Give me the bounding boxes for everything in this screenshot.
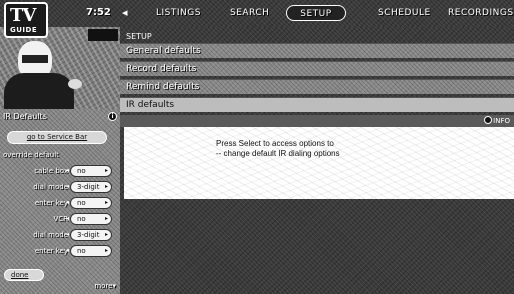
more-button[interactable]: more▾ (94, 282, 116, 290)
empty-area (120, 203, 514, 294)
live-video-thumbnail[interactable] (0, 27, 120, 109)
nav-left-arrow-icon[interactable]: ◂ (122, 6, 128, 19)
override-default-label: override default (3, 151, 59, 159)
left-arrow-icon: ◂ (66, 247, 70, 254)
panel-title: IR Defaults (3, 112, 47, 121)
cable-box-value: no (77, 167, 86, 175)
right-arrow-icon: ▸ (104, 199, 108, 206)
tab-setup[interactable]: SETUP (286, 5, 346, 21)
enter-key-select[interactable]: ◂ no ▸ (66, 197, 112, 209)
right-arrow-icon: ▸ (104, 215, 108, 222)
facemask-shape (22, 55, 48, 63)
left-arrow-icon: ◂ (66, 215, 70, 222)
left-arrow-icon: ◂ (66, 199, 70, 206)
go-to-service-bar-button[interactable]: go to Service Bar (7, 131, 107, 144)
cable-box-select[interactable]: ◂ no ▸ (66, 165, 112, 177)
tab-schedule[interactable]: SCHEDULE (378, 8, 431, 18)
vcr-value: no (77, 215, 86, 223)
left-arrow-icon: ◂ (66, 231, 70, 238)
tv-guide-logo: TV GUIDE (4, 2, 48, 38)
logo-line-2: GUIDE (10, 26, 38, 34)
right-arrow-icon: ▸ (104, 183, 108, 190)
vcr-select[interactable]: ◂ no ▸ (66, 213, 112, 225)
tab-recordings[interactable]: RECORDINGS (448, 8, 514, 18)
vcr-enter-key-value: no (77, 247, 86, 255)
vcr-enter-key-label: enter key (34, 247, 68, 255)
dial-mode-label: dial mode (33, 183, 68, 191)
menu-item-remind-defaults[interactable]: Remind defaults (120, 79, 514, 94)
menu-item-ir-defaults[interactable]: IR defaults (120, 97, 514, 112)
setup-main-area: SETUP General defaults Record defaults R… (120, 27, 514, 294)
clock-time: 7:52 (86, 7, 111, 18)
info-line-2: -- change default IR dialing options (216, 149, 340, 158)
vcr-dial-mode-value: 3-digit (77, 231, 100, 239)
right-arrow-icon: ▸ (104, 167, 108, 174)
player-body-shape (4, 73, 74, 109)
info-description-box: Press Select to access options to -- cha… (124, 127, 514, 199)
info-icon (484, 116, 493, 124)
enter-key-value: no (77, 199, 86, 207)
dial-mode-value: 3-digit (77, 183, 100, 191)
setup-heading: SETUP (126, 32, 152, 41)
done-button[interactable]: done (4, 269, 44, 281)
vcr-enter-key-select[interactable]: ◂ no ▸ (66, 245, 112, 257)
menu-item-general-defaults[interactable]: General defaults (120, 43, 514, 58)
menu-item-record-defaults[interactable]: Record defaults (120, 61, 514, 76)
tab-search[interactable]: SEARCH (230, 8, 269, 18)
info-label[interactable]: INFO (484, 116, 510, 125)
left-arrow-icon: ◂ (66, 183, 70, 190)
enter-key-label: enter key (34, 199, 68, 207)
top-nav-bar: TV GUIDE 7:52 ◂ LISTINGS SEARCH SETUP SC… (0, 0, 514, 38)
vcr-dial-mode-select[interactable]: ◂ 3-digit ▸ (66, 229, 112, 241)
info-text-label: INFO (493, 117, 510, 125)
right-arrow-icon: ▸ (104, 247, 108, 254)
logo-line-1: TV (10, 5, 36, 26)
info-line-1: Press Select to access options to (216, 139, 334, 148)
vcr-dial-mode-label: dial mode (33, 231, 68, 239)
cable-box-label: cable box (34, 167, 68, 175)
video-overlay-bar (88, 29, 118, 41)
info-icon[interactable]: i (108, 112, 117, 121)
dial-mode-select[interactable]: ◂ 3-digit ▸ (66, 181, 112, 193)
info-description: Press Select to access options to -- cha… (216, 139, 340, 159)
right-arrow-icon: ▸ (104, 231, 108, 238)
info-header-bar: INFO (120, 115, 514, 127)
ir-defaults-panel: IR Defaults i go to Service Bar override… (0, 109, 120, 294)
left-arrow-icon: ◂ (66, 167, 70, 174)
tab-listings[interactable]: LISTINGS (156, 8, 201, 18)
football-shape (68, 79, 82, 89)
